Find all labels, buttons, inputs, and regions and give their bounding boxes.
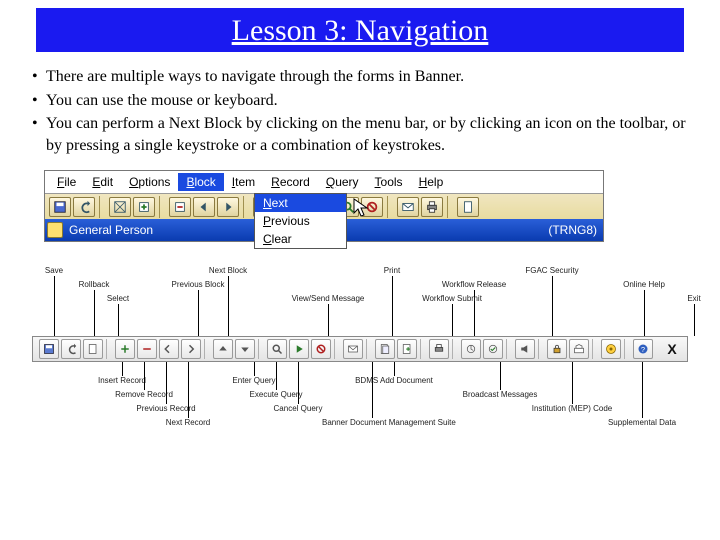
label-insert-record: Insert Record	[72, 376, 172, 385]
previous-record-icon[interactable]	[193, 197, 215, 217]
menu-help[interactable]: Help	[411, 173, 452, 191]
dropdown-next[interactable]: Next	[255, 194, 346, 212]
label-online-help: Online Help	[604, 280, 684, 289]
label-next-record: Next Record	[138, 418, 238, 427]
next-record-icon[interactable]	[217, 197, 239, 217]
label-cancel-query: Cancel Query	[248, 404, 348, 413]
bullet-item: There are multiple ways to navigate thro…	[46, 66, 464, 88]
message-icon[interactable]	[397, 197, 419, 217]
menu-record[interactable]: Record	[263, 173, 318, 191]
save-icon[interactable]	[49, 197, 71, 217]
label-remove-record: Remove Record	[94, 390, 194, 399]
dropdown-clear[interactable]: Clear	[255, 230, 346, 248]
bullet-item: You can perform a Next Block by clicking…	[46, 113, 686, 156]
label-previous-record: Previous Record	[116, 404, 216, 413]
window-title-right: (TRNG8)	[548, 223, 597, 237]
label-workflow-submit: Workflow Submit	[412, 294, 492, 303]
menu-bar[interactable]: FileEditOptionsBlockItemRecordQueryTools…	[45, 171, 603, 193]
label-institution-mep-code: Institution (MEP) Code	[522, 404, 622, 413]
label-next-block: Next Block	[188, 266, 268, 275]
label-exit: Exit	[654, 294, 720, 303]
menu-tools[interactable]: Tools	[367, 173, 411, 191]
label-broadcast-messages: Broadcast Messages	[450, 390, 550, 399]
label-workflow-release: Workflow Release	[434, 280, 514, 289]
cancel-query-icon[interactable]	[361, 197, 383, 217]
print-icon[interactable]	[421, 197, 443, 217]
dropdown-previous[interactable]: Previous	[255, 212, 346, 230]
menu-block[interactable]: Block	[178, 173, 223, 191]
label-view-send-message: View/Send Message	[288, 294, 368, 303]
toolbar-diagram: ? X SaveRollbackSelectNext BlockPrevious…	[32, 264, 688, 444]
label-execute-query: Execute Query	[226, 390, 326, 399]
window-title-left: General Person	[69, 223, 153, 237]
label-select: Select	[78, 294, 158, 303]
insert-record-icon[interactable]	[133, 197, 155, 217]
label-save: Save	[14, 266, 94, 275]
bullet-item: You can use the mouse or keyboard.	[46, 90, 278, 112]
menu-options[interactable]: Options	[121, 173, 178, 191]
window-icon	[47, 222, 63, 238]
select-icon[interactable]	[109, 197, 131, 217]
banner-menubar-capture: FileEditOptionsBlockItemRecordQueryTools…	[44, 170, 604, 242]
label-previous-block: Previous Block	[158, 280, 238, 289]
label-fgac-security: FGAC Security	[512, 266, 592, 275]
remove-record-icon[interactable]	[169, 197, 191, 217]
label-bdms-add-document: BDMS Add Document	[344, 376, 444, 385]
label-print: Print	[352, 266, 432, 275]
doc-icon[interactable]	[457, 197, 479, 217]
block-dropdown[interactable]: NextPreviousClear	[254, 193, 347, 249]
rollback-icon[interactable]	[73, 197, 95, 217]
label-enter-query: Enter Query	[204, 376, 304, 385]
bullet-list: •There are multiple ways to navigate thr…	[32, 66, 692, 156]
menu-item[interactable]: Item	[224, 173, 263, 191]
banner-toolbar[interactable]: NextPreviousClear	[45, 193, 603, 219]
label-rollback: Rollback	[54, 280, 134, 289]
menu-edit[interactable]: Edit	[84, 173, 121, 191]
menu-query[interactable]: Query	[318, 173, 367, 191]
slide-title: Lesson 3: Navigation	[36, 8, 684, 52]
label-supplemental-data: Supplemental Data	[592, 418, 692, 427]
menu-file[interactable]: File	[49, 173, 84, 191]
label-banner-document-management-suite: Banner Document Management Suite	[322, 418, 422, 427]
